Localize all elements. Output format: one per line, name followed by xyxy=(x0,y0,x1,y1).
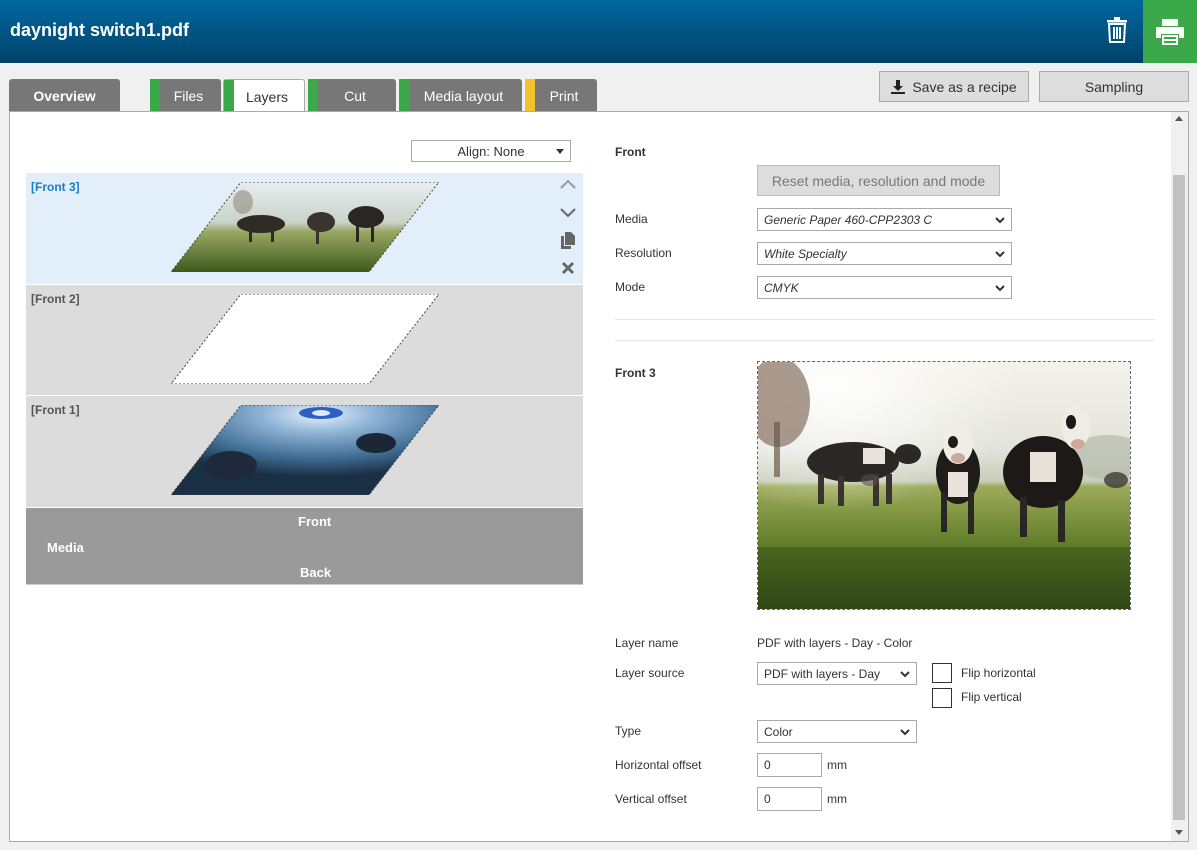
sampling-button[interactable]: Sampling xyxy=(1039,71,1189,102)
close-icon xyxy=(561,261,575,275)
layer-item-front-2[interactable]: [Front 2] xyxy=(26,285,583,396)
front-section-heading: Front xyxy=(615,145,646,159)
save-recipe-button[interactable]: Save as a recipe xyxy=(879,71,1029,102)
chevron-down-icon xyxy=(560,208,576,218)
layer-thumbnail-photo xyxy=(171,182,439,272)
tab-label: Media layout xyxy=(423,87,504,104)
sampling-label: Sampling xyxy=(1084,78,1144,95)
reset-media-button[interactable]: Reset media, resolution and mode xyxy=(757,165,1000,196)
tab-status-bar xyxy=(525,79,535,112)
section-divider xyxy=(615,319,1155,320)
trash-icon xyxy=(1107,17,1127,43)
tab-label: Print xyxy=(549,87,579,104)
chevron-down-icon xyxy=(995,217,1005,224)
tab-label: Cut xyxy=(344,87,366,104)
resolution-select[interactable]: White Specialty xyxy=(757,242,1012,265)
tab-overview[interactable]: Overview xyxy=(9,79,120,112)
save-recipe-label: Save as a recipe xyxy=(912,78,1017,95)
layer-name-value: PDF with layers - Day - Color xyxy=(757,636,913,650)
app-header: daynight switch1.pdf xyxy=(0,0,1197,63)
vertical-offset-unit: mm xyxy=(827,792,847,806)
horizontal-offset-unit: mm xyxy=(827,758,847,772)
tab-label: Files xyxy=(173,87,204,104)
mode-field-label: Mode xyxy=(615,280,646,294)
tab-status-bar xyxy=(308,79,318,112)
chevron-up-icon xyxy=(560,179,576,189)
type-select[interactable]: Color xyxy=(757,720,917,743)
resolution-field-label: Resolution xyxy=(615,246,672,260)
document-title: daynight switch1.pdf xyxy=(10,20,190,40)
section-divider xyxy=(615,340,1155,341)
delete-layer-button[interactable] xyxy=(557,257,579,279)
tab-status-bar xyxy=(224,80,234,113)
layer-name: [Front 1] xyxy=(31,403,80,417)
tab-layers[interactable]: Layers xyxy=(223,79,305,113)
layer-item-front-1[interactable]: [Front 1] xyxy=(26,396,583,508)
media-sides-block: Front Media Back xyxy=(26,508,583,585)
layer-thumbnail-night xyxy=(171,405,439,495)
media-field-label: Media xyxy=(615,212,648,226)
flip-vertical-label: Flip vertical xyxy=(961,690,1022,704)
layer-preview-image xyxy=(757,361,1131,610)
print-button[interactable] xyxy=(1143,0,1197,63)
vertical-offset-input[interactable] xyxy=(757,787,822,811)
layer-name: [Front 2] xyxy=(31,292,80,306)
printer-icon xyxy=(1156,18,1184,45)
horizontal-offset-input[interactable] xyxy=(757,753,822,777)
mode-select[interactable]: CMYK xyxy=(757,276,1012,299)
copy-icon xyxy=(561,231,575,249)
delete-button[interactable] xyxy=(1093,10,1141,50)
duplicate-layer-button[interactable] xyxy=(557,229,579,251)
layer-name: [Front 3] xyxy=(31,180,80,194)
media-select-value: Generic Paper 460-CPP2303 C xyxy=(764,212,933,227)
layer-name-label: Layer name xyxy=(615,636,679,650)
align-dropdown[interactable]: Align: None xyxy=(411,140,571,162)
media-back-link[interactable]: Back xyxy=(300,565,331,580)
media-front-link[interactable]: Front xyxy=(298,514,331,529)
mode-select-value: CMYK xyxy=(764,280,799,295)
chevron-down-icon xyxy=(900,671,910,678)
caret-down-icon xyxy=(556,149,564,154)
align-value: Align: None xyxy=(457,143,525,159)
flip-horizontal-label: Flip horizontal xyxy=(961,666,1036,680)
tab-files[interactable]: Files xyxy=(150,79,221,112)
tab-media-layout[interactable]: Media layout xyxy=(399,79,522,112)
tab-label: Overview xyxy=(33,87,96,104)
vertical-offset-label: Vertical offset xyxy=(615,792,687,806)
layer-section-heading: Front 3 xyxy=(615,366,656,380)
move-up-button[interactable] xyxy=(557,173,579,195)
chevron-down-icon xyxy=(995,251,1005,258)
tab-label: Layers xyxy=(245,88,289,105)
media-label: Media xyxy=(47,540,84,555)
tab-cut[interactable]: Cut xyxy=(308,79,396,112)
layer-source-select[interactable]: PDF with layers - Day xyxy=(757,662,917,685)
scroll-thumb[interactable] xyxy=(1173,175,1185,820)
layer-item-front-3[interactable]: [Front 3] xyxy=(26,173,583,285)
scroll-up-arrow-icon[interactable] xyxy=(1175,116,1183,121)
media-select[interactable]: Generic Paper 460-CPP2303 C xyxy=(757,208,1012,231)
chevron-down-icon xyxy=(900,729,910,736)
type-value: Color xyxy=(764,724,793,739)
download-icon xyxy=(891,79,906,94)
layer-source-value: PDF with layers - Day xyxy=(764,666,881,681)
cows-photo xyxy=(758,362,1130,609)
horizontal-offset-label: Horizontal offset xyxy=(615,758,702,772)
tab-status-bar xyxy=(399,79,409,112)
type-label: Type xyxy=(615,724,642,738)
move-down-button[interactable] xyxy=(557,202,579,224)
scroll-down-arrow-icon[interactable] xyxy=(1175,830,1183,835)
layer-source-label: Layer source xyxy=(615,666,685,680)
flip-horizontal-checkbox[interactable] xyxy=(932,663,952,683)
tab-status-bar xyxy=(150,79,160,112)
resolution-select-value: White Specialty xyxy=(764,246,847,261)
reset-media-label: Reset media, resolution and mode xyxy=(771,172,986,189)
layer-thumbnail-blank xyxy=(171,294,439,384)
tab-print[interactable]: Print xyxy=(525,79,597,112)
flip-vertical-checkbox[interactable] xyxy=(932,688,952,708)
chevron-down-icon xyxy=(995,285,1005,292)
